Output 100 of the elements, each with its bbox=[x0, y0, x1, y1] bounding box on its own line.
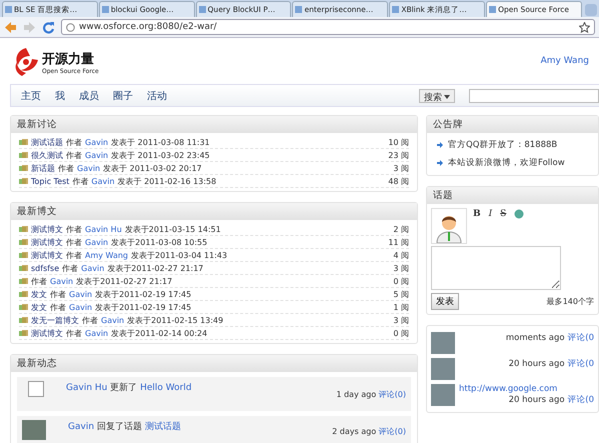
comments-link[interactable]: 评论(0 bbox=[567, 359, 594, 369]
bullet-icon bbox=[437, 142, 443, 148]
char-limit-hint: 最多140个字 bbox=[546, 296, 594, 307]
post-date: 发表于2011-02-19 17:45 bbox=[95, 288, 192, 300]
comments-link[interactable]: 评论(0 bbox=[567, 395, 594, 405]
section-title: 最新博文 bbox=[11, 203, 417, 220]
author-link[interactable]: Amy Wang bbox=[85, 250, 128, 260]
author-label: 作者 bbox=[66, 328, 82, 338]
avatar-icon bbox=[431, 208, 467, 244]
user-link[interactable]: Amy Wang bbox=[540, 44, 589, 80]
author-link[interactable]: Gavin bbox=[77, 164, 100, 172]
new-tab-button[interactable] bbox=[584, 4, 597, 16]
view-count: 4 阅 bbox=[393, 250, 409, 260]
submit-button[interactable]: 发表 bbox=[431, 293, 459, 310]
nav-link[interactable]: 主页 bbox=[21, 88, 41, 102]
author-label: 作者 bbox=[82, 314, 98, 326]
topic-input[interactable] bbox=[431, 246, 561, 290]
photo-placeholder bbox=[22, 420, 46, 440]
view-count: 48 阅 bbox=[388, 176, 409, 186]
actor-link[interactable]: Gavin bbox=[68, 422, 94, 432]
search-field[interactable] bbox=[469, 88, 599, 102]
author-link[interactable]: Gavin bbox=[85, 138, 108, 146]
activity-action: 更新了 bbox=[110, 383, 138, 393]
post-title-link[interactable]: 发无一篇博文 bbox=[31, 314, 79, 326]
view-count: 3 阅 bbox=[393, 314, 409, 326]
post-title-link[interactable]: 测试博文 bbox=[31, 328, 63, 338]
format-button[interactable]: S bbox=[500, 209, 506, 219]
caret-icon bbox=[444, 95, 450, 100]
comments-link[interactable]: 评论(0) bbox=[378, 426, 406, 436]
feed-time: 20 hours ago bbox=[508, 395, 565, 405]
address-bar[interactable]: www.osforce.org:8080/e2-war/ bbox=[61, 19, 595, 35]
section-title: 最新讨论 bbox=[11, 116, 417, 133]
author-label: 作者 bbox=[58, 162, 74, 174]
author-link[interactable]: Gavin bbox=[101, 316, 124, 324]
feed-link[interactable]: http://www.google.com bbox=[459, 384, 594, 394]
nav-link[interactable]: 成员 bbox=[79, 88, 99, 102]
post-title-link[interactable]: sdfsfse bbox=[31, 264, 60, 272]
post-title-link[interactable]: 发文 bbox=[31, 302, 47, 312]
feed-time: 20 hours ago bbox=[508, 359, 565, 369]
view-count: 2 阅 bbox=[393, 224, 409, 234]
feed-time: moments ago bbox=[506, 333, 565, 343]
view-count: 10 阅 bbox=[388, 136, 409, 148]
nav-link[interactable]: 圈子 bbox=[113, 88, 133, 102]
post-title-link[interactable]: 测试博文 bbox=[31, 224, 63, 234]
search-scope-dropdown[interactable]: 搜索 bbox=[419, 88, 455, 102]
favicon-icon bbox=[392, 6, 400, 13]
post-date: 发表于2011-02-19 17:45 bbox=[95, 302, 192, 312]
post-date: 发表于2011-03-15 14:51 bbox=[124, 224, 221, 234]
post-date: 发表于2011-02-14 00:24 bbox=[111, 328, 208, 338]
post-title-link[interactable]: 很久测试 bbox=[31, 150, 63, 160]
back-icon[interactable] bbox=[4, 20, 17, 34]
logo-text: 开源力量 bbox=[42, 50, 95, 68]
post-title-link[interactable]: 新话题 bbox=[31, 162, 55, 174]
format-button[interactable]: B bbox=[473, 209, 481, 219]
view-count: 5 阅 bbox=[393, 288, 409, 300]
nav-link[interactable]: 活动 bbox=[147, 88, 167, 102]
post-date: 发表于2011-02-27 21:17 bbox=[76, 276, 172, 286]
target-link[interactable]: 测试话题 bbox=[144, 422, 181, 432]
author-label: 作者 bbox=[31, 276, 47, 286]
favicon-icon bbox=[489, 6, 496, 13]
post-title-link[interactable]: 测试博文 bbox=[31, 250, 63, 260]
author-link[interactable]: Gavin bbox=[91, 176, 115, 186]
author-link[interactable]: Gavin bbox=[85, 238, 108, 246]
notice-text: 官方QQ群开放了：81888B bbox=[448, 139, 558, 151]
author-link[interactable]: Gavin bbox=[69, 290, 92, 298]
post-title-link[interactable]: 发文 bbox=[31, 288, 47, 300]
section-title: 最新动态 bbox=[11, 355, 417, 372]
format-button[interactable]: I bbox=[488, 209, 492, 219]
section-title: 话题 bbox=[427, 187, 598, 204]
author-label: 作者 bbox=[72, 176, 88, 186]
actor-link[interactable]: Gavin Hu bbox=[66, 383, 108, 393]
post-date: 发表于2011-02-15 13:49 bbox=[127, 314, 224, 326]
author-link[interactable]: Gavin Hu bbox=[85, 224, 122, 234]
view-count: 3 阅 bbox=[393, 262, 409, 274]
author-link[interactable]: Gavin bbox=[81, 264, 104, 272]
author-label: 作者 bbox=[62, 262, 78, 274]
author-link[interactable]: Gavin bbox=[85, 328, 108, 338]
star-icon[interactable] bbox=[579, 22, 590, 32]
favicon-icon bbox=[102, 6, 109, 13]
comments-link[interactable]: 评论(0 bbox=[567, 333, 594, 343]
post-title-link[interactable]: 测试话题 bbox=[31, 136, 63, 148]
target-link[interactable]: Hello World bbox=[140, 383, 192, 393]
photo-placeholder bbox=[431, 332, 455, 354]
author-link[interactable]: Gavin bbox=[85, 150, 108, 160]
view-count: 11 阅 bbox=[388, 236, 409, 248]
author-label: 作者 bbox=[66, 136, 82, 148]
nav-link[interactable]: 我 bbox=[55, 88, 65, 102]
author-link[interactable]: Gavin bbox=[50, 276, 74, 286]
comments-link[interactable]: 评论(0) bbox=[378, 390, 406, 398]
author-link[interactable]: Gavin bbox=[69, 302, 92, 312]
activity-action: 回复了话题 bbox=[96, 422, 142, 432]
forward-icon[interactable] bbox=[23, 20, 36, 34]
post-title-link[interactable]: 测试博文 bbox=[31, 236, 63, 248]
view-count: 0 阅 bbox=[393, 328, 409, 338]
post-date: 发表于2011-02-27 21:17 bbox=[107, 262, 204, 274]
post-date: 发表于 2011-02-16 13:58 bbox=[118, 176, 216, 186]
document-icon bbox=[28, 381, 44, 397]
post-title-link[interactable]: Topic Test bbox=[31, 176, 70, 186]
post-date: 发表于 2011-03-02 20:17 bbox=[103, 162, 202, 174]
reload-icon[interactable] bbox=[42, 20, 55, 34]
